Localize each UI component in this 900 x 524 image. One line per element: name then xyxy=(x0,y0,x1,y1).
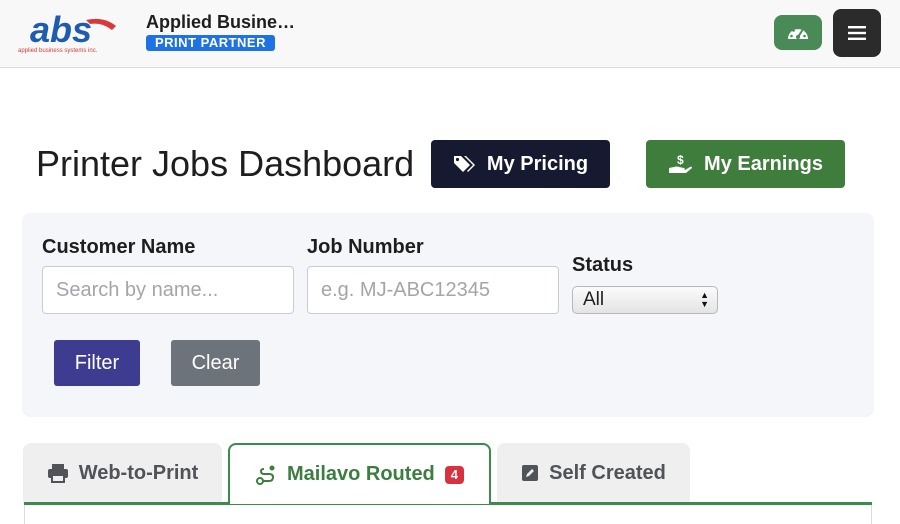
filter-button[interactable]: Filter xyxy=(54,340,140,386)
tab-count-badge: 4 xyxy=(444,465,465,484)
hamburger-menu-icon xyxy=(848,26,866,40)
tab-self-created[interactable]: Self Created xyxy=(497,443,690,503)
tab-mailavo-routed[interactable]: Mailavo Routed 4 xyxy=(228,443,491,504)
printer-icon xyxy=(47,464,68,483)
svg-text:$: $ xyxy=(677,153,684,167)
my-pricing-label: My Pricing xyxy=(486,152,589,175)
tab-label: Mailavo Routed xyxy=(286,463,435,485)
edit-icon xyxy=(522,465,539,481)
job-number-input[interactable] xyxy=(307,266,559,314)
status-select[interactable]: All ▲ ▼ xyxy=(572,286,718,314)
gauge-icon xyxy=(788,26,808,39)
tab-label: Self Created xyxy=(549,461,666,484)
my-pricing-button[interactable]: My Pricing xyxy=(431,140,610,188)
customer-name-label: Customer Name xyxy=(42,236,196,258)
clear-button[interactable]: Clear xyxy=(171,340,260,386)
status-selected-value: All xyxy=(583,289,605,310)
route-icon xyxy=(255,465,275,485)
tab-label: Web-to-Print xyxy=(78,461,199,484)
print-partner-badge: PRINT PARTNER xyxy=(146,35,275,51)
logo-tagline: applied business systems inc. xyxy=(18,48,98,54)
page-title: Printer Jobs Dashboard xyxy=(36,143,415,184)
tab-content-area xyxy=(24,505,872,524)
brand-name: Applied Busine… xyxy=(146,12,296,32)
tags-icon xyxy=(453,156,475,172)
my-earnings-label: My Earnings xyxy=(704,152,823,175)
status-label: Status xyxy=(572,254,634,276)
hand-dollar-icon: $ xyxy=(669,153,693,173)
tab-web-to-print[interactable]: Web-to-Print xyxy=(23,443,222,503)
dashboard-button[interactable] xyxy=(774,15,822,50)
top-bar: abs applied business systems inc. Applie… xyxy=(0,0,900,68)
company-logo[interactable]: abs applied business systems inc. xyxy=(16,12,132,54)
menu-button[interactable] xyxy=(833,9,881,57)
job-number-label: Job Number xyxy=(307,236,424,258)
my-earnings-button[interactable]: $ My Earnings xyxy=(646,140,845,188)
select-arrows-icon: ▲ ▼ xyxy=(700,290,709,309)
logo-text: abs xyxy=(30,12,92,50)
customer-name-input[interactable] xyxy=(42,266,294,314)
